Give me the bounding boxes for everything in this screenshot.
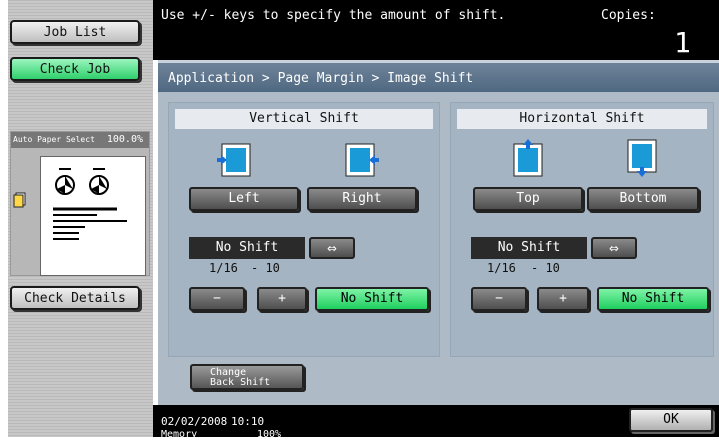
horizontal-shift-section: Horizontal Shift Top Bottom No Shift ⇔ 1… — [450, 102, 714, 357]
vertical-shift-title: Vertical Shift — [175, 109, 433, 129]
horizontal-shift-value: No Shift — [471, 237, 587, 259]
shift-range: - 10 — [531, 261, 560, 275]
shift-left-icon — [217, 143, 251, 177]
left-button[interactable]: Left — [189, 187, 299, 211]
unit-fraction: 1/16 — [209, 261, 238, 275]
unit-fraction: 1/16 — [487, 261, 516, 275]
message-bar: Use +/- keys to specify the amount of sh… — [153, 0, 719, 60]
minus-button[interactable]: − — [189, 287, 245, 311]
top-button[interactable]: Top — [473, 187, 583, 211]
memory-label: Memory — [161, 429, 198, 440]
shift-right-icon — [345, 143, 379, 177]
vertical-shift-section: Vertical Shift Left Right No Shift ⇔ 1/1… — [168, 102, 440, 357]
change-back-shift-line2: Back Shift — [210, 377, 271, 388]
no-shift-button[interactable]: No Shift — [597, 287, 709, 311]
swap-arrow-icon: ⇔ — [327, 238, 337, 257]
copies-label: Copies: — [601, 8, 656, 23]
no-shift-button[interactable]: No Shift — [315, 287, 429, 311]
copies-value: 1 — [674, 26, 691, 59]
shift-top-icon — [513, 139, 543, 177]
memory-value: 100% — [257, 429, 282, 440]
vertical-shift-value: No Shift — [189, 237, 305, 259]
shift-range: - 10 — [251, 261, 280, 275]
check-details-button[interactable]: Check Details — [10, 286, 140, 310]
horizontal-shift-title: Horizontal Shift — [457, 109, 707, 129]
check-job-button[interactable]: Check Job — [10, 57, 140, 81]
swap-direction-button[interactable]: ⇔ — [309, 237, 355, 259]
job-list-button[interactable]: Job List — [10, 20, 140, 44]
paper-sheet — [40, 156, 146, 276]
plus-button[interactable]: + — [257, 287, 307, 311]
swap-direction-button[interactable]: ⇔ — [591, 237, 637, 259]
time: 10:10 — [231, 415, 265, 428]
paper-preview: Auto Paper Select 100.0% — [10, 131, 150, 276]
shift-bottom-icon — [627, 139, 657, 177]
ok-button[interactable]: OK — [629, 408, 713, 432]
instruction-message: Use +/- keys to specify the amount of sh… — [161, 8, 506, 23]
date: 02/02/2008 — [161, 415, 228, 428]
main-panel: Application > Page Margin > Image Shift … — [158, 60, 719, 405]
zoom-value: 100.0% — [106, 134, 143, 145]
breadcrumb: Application > Page Margin > Image Shift — [158, 60, 719, 92]
paper-select-label: Auto Paper Select — [13, 135, 95, 144]
plus-button[interactable]: + — [537, 287, 589, 311]
minus-button[interactable]: − — [471, 287, 527, 311]
preview-header: Auto Paper Select 100.0% — [11, 132, 149, 148]
swap-arrow-icon: ⇔ — [609, 238, 619, 257]
document-content-icon — [53, 168, 127, 240]
change-back-shift-button[interactable]: Change Back Shift — [190, 364, 304, 390]
document-stack-icon — [13, 192, 26, 208]
bottom-button[interactable]: Bottom — [587, 187, 699, 211]
right-button[interactable]: Right — [307, 187, 417, 211]
